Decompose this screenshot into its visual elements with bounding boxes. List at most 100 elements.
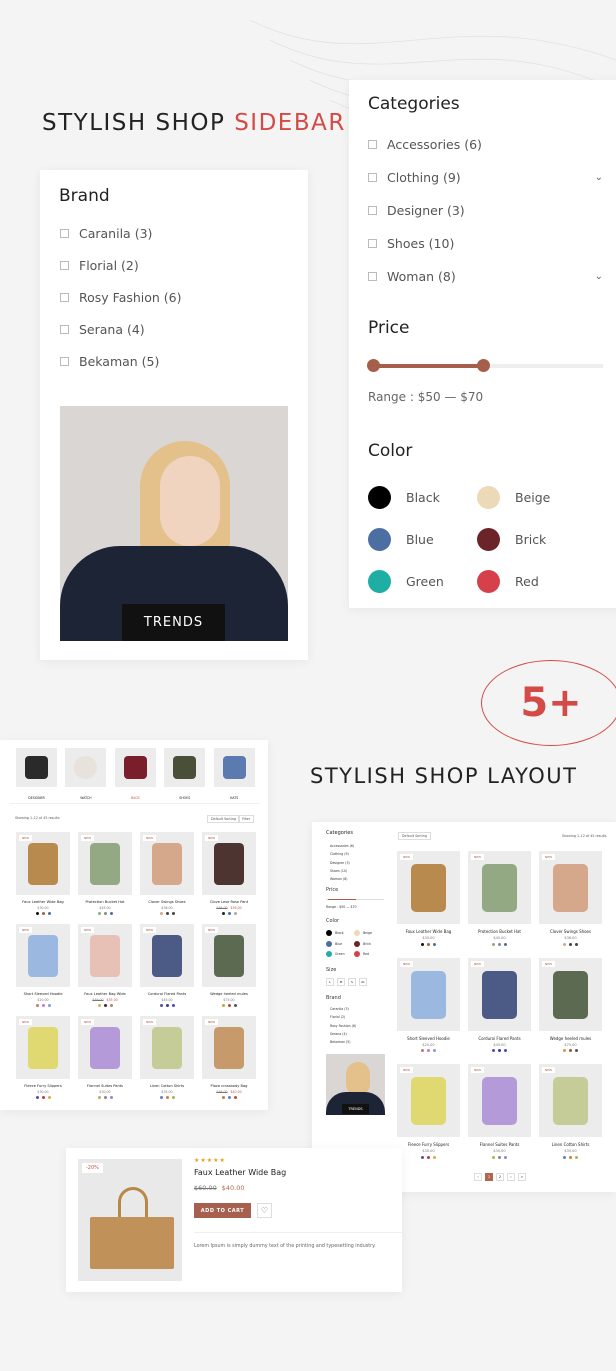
color-dot[interactable]: [165, 912, 169, 915]
product-name[interactable]: Short Sleeved Hoodie: [397, 1036, 460, 1041]
color-dot[interactable]: [47, 1004, 51, 1007]
color-dot[interactable]: [41, 912, 45, 915]
checkbox-icon[interactable]: [60, 229, 69, 238]
product-name[interactable]: Corduroi Flared Pants: [140, 992, 194, 996]
product-image[interactable]: NEW: [468, 1064, 531, 1137]
product-name[interactable]: Clover Swings Shoes: [140, 900, 194, 904]
product-image[interactable]: NEW: [539, 851, 602, 924]
product-image[interactable]: NEW: [539, 1064, 602, 1137]
category-checkbox[interactable]: Accessories (6): [368, 137, 482, 152]
category-tile[interactable]: [16, 748, 57, 787]
product-image[interactable]: NEW: [16, 1016, 70, 1079]
product-name[interactable]: Plaza crossbody Bag: [202, 1084, 256, 1088]
page-button[interactable]: ›: [507, 1173, 515, 1181]
add-to-cart-button[interactable]: ADD TO CART: [194, 1203, 251, 1218]
checkbox-icon[interactable]: [368, 173, 377, 182]
color-dot[interactable]: [35, 912, 39, 915]
color-dot[interactable]: [35, 1096, 39, 1099]
page-button[interactable]: ‹: [474, 1173, 482, 1181]
product-image[interactable]: NEW: [16, 924, 70, 987]
color-dot[interactable]: [569, 942, 572, 946]
category-tile-label[interactable]: HATS: [214, 796, 255, 800]
brand-checkbox[interactable]: Serana (4): [60, 322, 145, 337]
color-dot[interactable]: [575, 1049, 578, 1053]
product-name[interactable]: Protection Bucket Hat: [78, 900, 132, 904]
color-dot[interactable]: [159, 1096, 163, 1099]
color-dot[interactable]: [504, 1049, 507, 1053]
color-swatch[interactable]: [326, 930, 332, 936]
color-dot[interactable]: [159, 1004, 163, 1007]
color-dot[interactable]: [421, 1155, 424, 1159]
checkbox-icon[interactable]: [368, 239, 377, 248]
product-image[interactable]: NEW: [202, 1016, 256, 1079]
color-dot[interactable]: [427, 942, 430, 946]
color-dot[interactable]: [171, 1096, 175, 1099]
color-dot[interactable]: [97, 1096, 101, 1099]
product-image[interactable]: NEW: [468, 851, 531, 924]
color-dot[interactable]: [35, 1004, 39, 1007]
color-swatch-green[interactable]: Green: [368, 570, 444, 593]
chevron-down-icon[interactable]: ⌄: [595, 172, 603, 183]
color-dot[interactable]: [575, 942, 578, 946]
color-dot[interactable]: [47, 1096, 51, 1099]
category-tile[interactable]: [65, 748, 107, 787]
product-image[interactable]: NEW: [140, 924, 194, 987]
category-checkbox[interactable]: Clothing (9): [368, 170, 461, 185]
price-slider[interactable]: [367, 359, 603, 372]
color-dot[interactable]: [563, 1049, 566, 1053]
product-image[interactable]: NEW: [468, 957, 531, 1031]
product-name[interactable]: Protection Bucket Hat: [468, 929, 531, 934]
color-dot[interactable]: [41, 1096, 45, 1099]
color-dot[interactable]: [109, 1004, 113, 1007]
color-dot[interactable]: [433, 942, 436, 946]
color-swatch-blue[interactable]: Blue: [368, 528, 434, 551]
color-dot[interactable]: [41, 1004, 45, 1007]
color-dot[interactable]: [221, 1004, 225, 1007]
color-dot[interactable]: [498, 1155, 501, 1159]
product-image[interactable]: -20%: [78, 1159, 182, 1281]
product-name[interactable]: Faux Leather Bag Wide: [78, 992, 132, 996]
color-swatch[interactable]: [326, 951, 332, 957]
color-dot[interactable]: [433, 1049, 436, 1053]
color-dot[interactable]: [498, 942, 501, 946]
size-option[interactable]: S: [348, 978, 356, 986]
size-option[interactable]: M: [337, 978, 345, 986]
category-tile-label[interactable]: WATCH: [65, 796, 106, 800]
checkbox-icon[interactable]: [368, 272, 377, 281]
page-button[interactable]: 1: [485, 1173, 493, 1181]
product-image[interactable]: NEW: [539, 957, 602, 1031]
product-image[interactable]: NEW: [140, 1016, 194, 1079]
color-dot[interactable]: [421, 942, 424, 946]
product-name[interactable]: Clover Swings Shoes: [539, 929, 602, 934]
product-name[interactable]: Fleece Furry Slippers: [397, 1142, 460, 1147]
category-tile-label[interactable]: DESIGNER: [16, 796, 57, 800]
category-tile-label[interactable]: SHOES: [164, 796, 205, 800]
checkbox-icon[interactable]: [60, 261, 69, 270]
product-image[interactable]: NEW: [78, 1016, 132, 1079]
color-dot[interactable]: [97, 1004, 101, 1007]
filter-button[interactable]: Filter: [238, 815, 255, 823]
category-checkbox[interactable]: Woman (8): [368, 269, 456, 284]
color-dot[interactable]: [47, 912, 51, 915]
color-dot[interactable]: [171, 1004, 175, 1007]
color-dot[interactable]: [233, 912, 237, 915]
color-dot[interactable]: [103, 912, 107, 915]
color-dot[interactable]: [159, 912, 163, 915]
product-image[interactable]: NEW: [397, 957, 460, 1031]
color-swatch-brick[interactable]: Brick: [477, 528, 546, 551]
color-dot[interactable]: [171, 912, 175, 915]
brand-checkbox[interactable]: Rosy Fashion (6): [60, 290, 182, 305]
color-dot[interactable]: [221, 1096, 225, 1099]
product-name[interactable]: Clove Lese Rose Pant: [202, 900, 256, 904]
product-name[interactable]: Wedge heeled mules: [539, 1036, 602, 1041]
slider-handle-min[interactable]: [367, 359, 380, 372]
color-dot[interactable]: [221, 912, 225, 915]
product-image[interactable]: NEW: [397, 851, 460, 924]
color-dot[interactable]: [97, 912, 101, 915]
price-slider[interactable]: [326, 899, 384, 900]
color-swatch[interactable]: [326, 940, 332, 947]
page-button[interactable]: »: [518, 1173, 526, 1181]
product-name[interactable]: Fleece Furry Slippers: [16, 1084, 70, 1088]
checkbox-icon[interactable]: [60, 325, 69, 334]
color-dot[interactable]: [227, 1004, 231, 1007]
